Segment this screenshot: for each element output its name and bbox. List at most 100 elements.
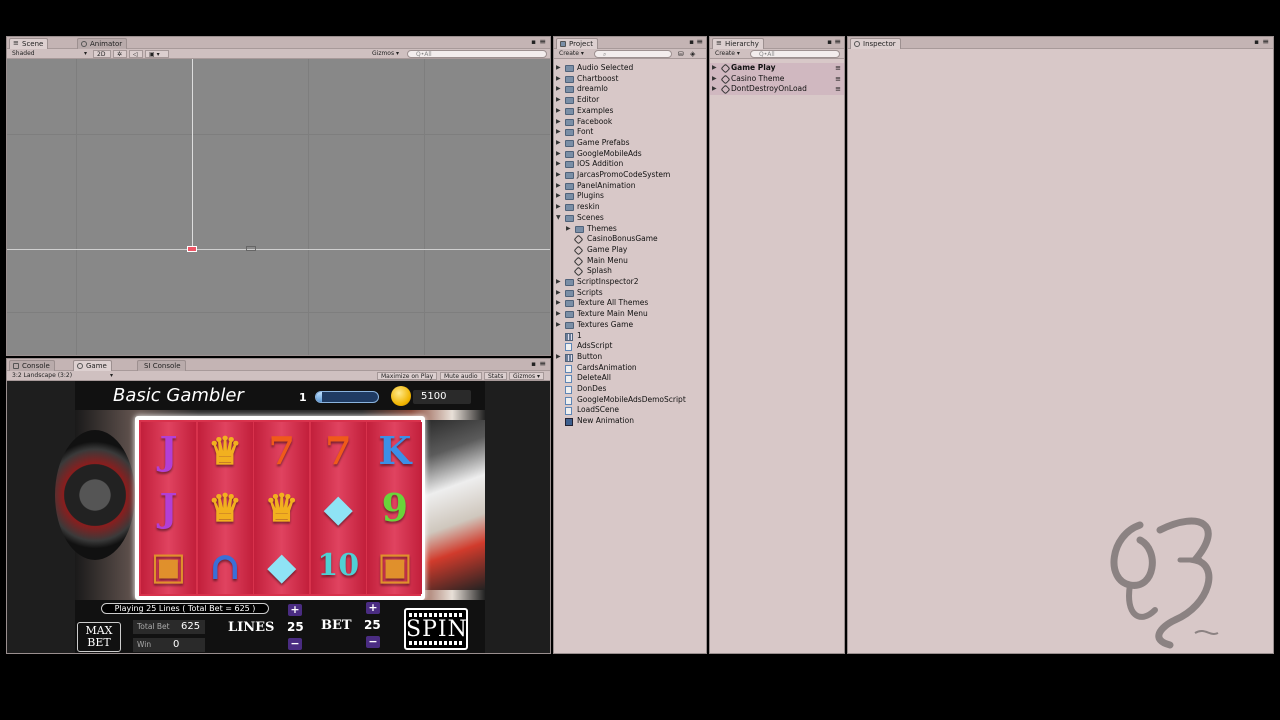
panel-lock-icon[interactable]: ▪ — [531, 38, 536, 46]
panel-menu-icon[interactable]: ≡ — [696, 37, 703, 46]
selected-object-gizmo[interactable] — [187, 246, 197, 252]
camera-gizmo[interactable] — [246, 246, 256, 251]
project-item[interactable]: 1 — [554, 331, 706, 342]
expand-arrow-icon[interactable]: ▶ — [556, 84, 562, 95]
expand-arrow-icon[interactable]: ▶ — [556, 352, 562, 363]
panel-lock-icon[interactable]: ▪ — [689, 38, 694, 46]
project-item[interactable]: ▶ Textures Game — [554, 320, 706, 331]
scene-viewport[interactable] — [7, 59, 550, 355]
project-item[interactable]: LoadSCene — [554, 405, 706, 416]
hierarchy-item[interactable]: ▶ Game Play ≡ — [710, 63, 844, 74]
expand-arrow-icon[interactable]: ▶ — [556, 320, 562, 331]
project-item[interactable]: ▶ Themes — [554, 224, 706, 235]
effects-icon[interactable]: ▣ ▾ — [145, 50, 169, 58]
bet-plus-button[interactable]: + — [366, 602, 380, 614]
filter-type-icon[interactable]: ⛁ — [678, 50, 684, 58]
project-item[interactable]: ▶ Texture Main Menu — [554, 309, 706, 320]
bet-minus-button[interactable]: − — [366, 636, 380, 648]
expand-arrow-icon[interactable]: ▶ — [556, 309, 562, 320]
panel-lock-icon[interactable]: ▪ — [827, 38, 832, 46]
stats-toggle[interactable]: Stats — [484, 372, 508, 380]
project-item[interactable]: ▶ dreamlo — [554, 84, 706, 95]
game-gizmos-dropdown[interactable]: Gizmos ▾ — [509, 372, 545, 380]
filter-label-icon[interactable]: ◈ — [690, 50, 695, 58]
panel-menu-icon[interactable]: ≡ — [539, 37, 546, 46]
project-item[interactable]: ▶ Facebook — [554, 117, 706, 128]
max-bet-button[interactable]: MAX BET — [77, 622, 121, 652]
project-item[interactable]: ▶ Plugins — [554, 191, 706, 202]
expand-arrow-icon[interactable]: ▶ — [556, 95, 562, 106]
project-item[interactable]: ▶ ScriptInspector2 — [554, 277, 706, 288]
audio-icon[interactable]: ◁ — [129, 50, 143, 58]
aspect-dropdown[interactable]: 3:2 Landscape (3:2) ▾ — [9, 372, 115, 380]
hierarchy-search-input[interactable]: Q•All — [750, 50, 840, 58]
expand-arrow-icon[interactable]: ▶ — [712, 74, 718, 85]
scene-menu-icon[interactable]: ≡ — [835, 84, 841, 95]
expand-arrow-icon[interactable]: ▶ — [556, 74, 562, 85]
project-item[interactable]: ▶ Texture All Themes — [554, 298, 706, 309]
scene-search-input[interactable]: Q•All — [407, 50, 547, 58]
expand-arrow-icon[interactable]: ▶ — [712, 84, 718, 95]
tab-hierarchy[interactable]: ≡ Hierarchy — [712, 38, 764, 49]
expand-arrow-icon[interactable]: ▶ — [712, 63, 718, 74]
tab-animator[interactable]: Animator — [77, 38, 128, 49]
tab-inspector[interactable]: Inspector — [850, 38, 901, 49]
project-item[interactable]: ▶ Font — [554, 127, 706, 138]
tab-si-console[interactable]: SI Console — [137, 360, 186, 371]
expand-arrow-icon[interactable]: ▶ — [556, 63, 562, 74]
expand-arrow-icon[interactable]: ▶ — [556, 138, 562, 149]
project-search-input[interactable]: ⌕ — [594, 50, 672, 58]
toggle-2d-button[interactable]: 2D — [93, 50, 111, 58]
shading-dropdown[interactable]: Shaded ▾ — [9, 50, 89, 58]
lighting-icon[interactable]: ✲ — [113, 50, 127, 58]
expand-arrow-icon[interactable]: ▶ — [556, 170, 562, 181]
tab-console[interactable]: Console — [9, 360, 55, 371]
project-item[interactable]: ▶ Chartboost — [554, 74, 706, 85]
project-create-dropdown[interactable]: Create ▾ — [556, 50, 587, 58]
hierarchy-item[interactable]: ▶ Casino Theme ≡ — [710, 73, 844, 85]
expand-arrow-icon[interactable]: ▶ — [556, 298, 562, 309]
expand-arrow-icon[interactable]: ▶ — [556, 191, 562, 202]
project-item[interactable]: Game Play — [554, 245, 706, 256]
mute-audio-toggle[interactable]: Mute audio — [440, 372, 482, 380]
expand-arrow-icon[interactable]: ▶ — [556, 127, 562, 138]
project-item[interactable]: ▶ Scripts — [554, 288, 706, 299]
lines-plus-button[interactable]: + — [288, 604, 302, 616]
project-item[interactable]: ▶ Editor — [554, 95, 706, 106]
project-item[interactable]: ▶ Game Prefabs — [554, 138, 706, 149]
project-item[interactable]: Splash — [554, 266, 706, 277]
project-item[interactable]: CasinoBonusGame — [554, 234, 706, 245]
expand-arrow-icon[interactable]: ▶ — [566, 224, 572, 235]
panel-menu-icon[interactable]: ≡ — [834, 37, 841, 46]
project-item[interactable]: DeleteAll — [554, 373, 706, 384]
game-viewport[interactable]: Basic Gambler 1 5100 J J ▣ ♛ ♛ ∩ 7 ♛ ◆ 7 ◆ 10 K 9 ▣ Pl… — [7, 381, 550, 653]
expand-arrow-icon[interactable]: ▶ — [556, 181, 562, 192]
project-item[interactable]: CardsAnimation — [554, 363, 706, 374]
scene-menu-icon[interactable]: ≡ — [835, 74, 841, 85]
expand-arrow-icon[interactable]: ▶ — [556, 149, 562, 160]
panel-lock-icon[interactable]: ▪ — [531, 360, 536, 368]
project-item[interactable]: New Animation — [554, 416, 706, 427]
tab-project[interactable]: Project — [556, 38, 598, 49]
expand-arrow-icon[interactable]: ▶ — [556, 277, 562, 288]
tab-game[interactable]: Game — [73, 360, 112, 371]
project-item[interactable]: ▶ Audio Selected — [554, 63, 706, 74]
project-item[interactable]: ▶ PanelAnimation — [554, 181, 706, 192]
project-item[interactable]: GoogleMobileAdsDemoScript — [554, 395, 706, 406]
project-item[interactable]: ▶ Button — [554, 352, 706, 363]
lines-minus-button[interactable]: − — [288, 638, 302, 650]
expand-arrow-open-icon[interactable]: ▼ — [556, 213, 562, 224]
project-item[interactable]: ▶ IOS Addition — [554, 159, 706, 170]
project-item[interactable]: Main Menu — [554, 256, 706, 267]
hierarchy-create-dropdown[interactable]: Create ▾ — [712, 50, 743, 58]
tab-scene[interactable]: ≡ Scene — [9, 38, 49, 49]
project-item[interactable]: ▶ Examples — [554, 106, 706, 117]
project-item[interactable]: ▶ reskin — [554, 202, 706, 213]
expand-arrow-icon[interactable]: ▶ — [556, 159, 562, 170]
panel-menu-icon[interactable]: ≡ — [539, 359, 546, 368]
maximize-on-play-toggle[interactable]: Maximize on Play — [377, 372, 438, 380]
panel-menu-icon[interactable]: ≡ — [1262, 37, 1269, 46]
spin-button[interactable]: SPIN — [404, 608, 468, 650]
project-item[interactable]: ▼ Scenes — [554, 213, 706, 224]
project-item[interactable]: ▶ JarcasPromoCodeSystem — [554, 170, 706, 181]
